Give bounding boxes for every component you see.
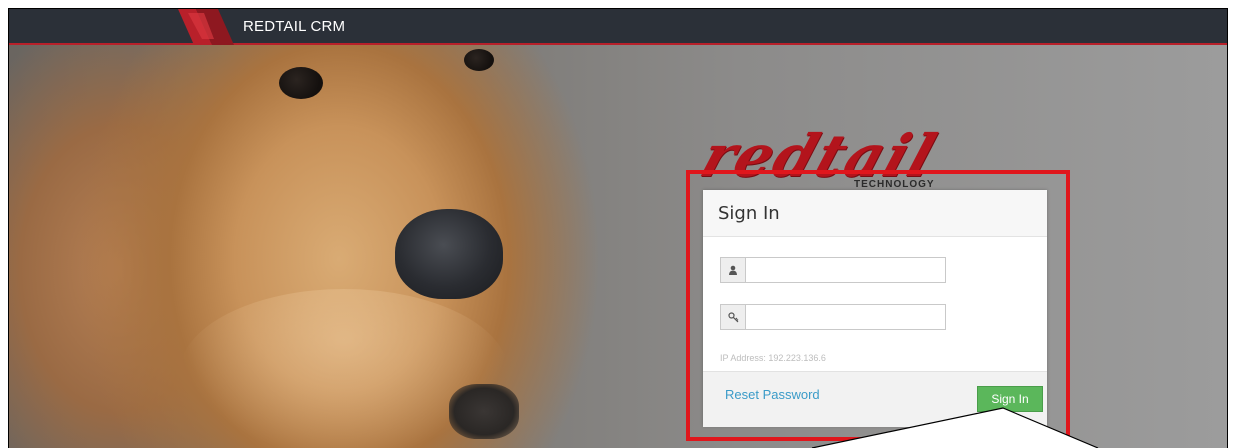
- browser-viewport: REDTAIL CRM redtail TECHNOLOGY Sign In I…: [8, 8, 1228, 448]
- background-photo-eye-right: [464, 49, 494, 71]
- annotation-highlight-box: [686, 170, 1070, 441]
- redtail-logo-icon[interactable]: [174, 9, 234, 45]
- background-photo-nose: [395, 209, 503, 299]
- background-photo-collar: [449, 384, 519, 439]
- app-title: REDTAIL CRM: [243, 18, 346, 35]
- background-photo-eye-left: [279, 67, 323, 99]
